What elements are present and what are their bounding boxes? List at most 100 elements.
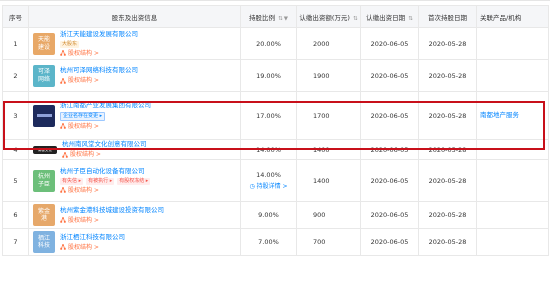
shareholder-cell: 杭州 子臣 杭州子臣自动化设备有限公司 有失信 ▸ 有被执行 ▸ 有股权冻结 ▸ 股权结… <box>28 159 241 202</box>
row-index: 7 <box>2 228 29 256</box>
ratio-value: 14.00% <box>256 145 281 154</box>
shareholder-cell: 浙江南都产业发展集团有限公司 企业名存在变更 ▸ 股权结构 > <box>28 91 241 140</box>
first-date-cell: 2020-05-28 <box>418 27 477 60</box>
company-name-link[interactable]: 杭州子臣自动化设备有限公司 <box>60 167 153 176</box>
shareholder-panel: 序号 股东及出资信息 持股比例 ⇅▼ 认缴出资额(万元) ⇅ 认缴出资日期 ⇅ … <box>0 0 550 286</box>
first-date-cell: 2020-05-28 <box>418 159 477 202</box>
date-cell: 2020-06-05 <box>360 59 419 92</box>
date-cell: 2020-06-05 <box>360 201 419 229</box>
company-name-link[interactable]: 杭州紫金港科技城建设投资有限公司 <box>60 206 164 215</box>
product-link[interactable] <box>476 59 549 92</box>
header-ratio-label: 持股比例 <box>249 13 276 22</box>
structure-label: 股权结构 > <box>68 216 99 224</box>
logo-text: 杭州 子臣 <box>37 173 50 188</box>
ratio-value: 20.00% <box>256 39 281 48</box>
amount-cell: 1400 <box>296 139 361 160</box>
company-tag[interactable]: 有股权冻结 ▸ <box>117 177 151 185</box>
first-date-cell: 2020-05-28 <box>418 139 477 160</box>
amount-cell: 2000 <box>296 27 361 60</box>
product-link[interactable] <box>476 228 549 256</box>
tag-row: 企业名存在变更 ▸ <box>60 110 151 121</box>
logo-text: 栖江 科技 <box>37 234 50 250</box>
date-cell: 2020-06-05 <box>360 91 419 140</box>
first-date-cell: 2020-05-28 <box>418 228 477 256</box>
header-subscribed[interactable]: 认缴出资额(万元) ⇅ <box>296 5 361 28</box>
table-row: 5 杭州 子臣 杭州子臣自动化设备有限公司 有失信 ▸ 有被执行 ▸ 有股权冻结 ▸ 股… <box>2 159 549 202</box>
header-ratio[interactable]: 持股比例 ⇅▼ <box>240 5 297 28</box>
product-link[interactable] <box>476 27 549 60</box>
product-link[interactable]: 南都地产服务 <box>476 91 549 140</box>
amount-cell: 1700 <box>296 91 361 140</box>
company-tag[interactable]: 有失信 ▸ <box>60 177 84 185</box>
product-link[interactable] <box>476 201 549 229</box>
ratio-cell: 20.00% <box>240 27 297 60</box>
row-index: 4 <box>2 139 29 160</box>
ratio-cell: 9.00% <box>240 201 297 229</box>
structure-label: 股权结构 > <box>70 151 101 158</box>
company-name-link[interactable]: 杭州南风堂文化创意有限公司 <box>62 140 147 149</box>
product-link[interactable] <box>476 139 549 160</box>
structure-icon <box>60 244 66 250</box>
company-name-link[interactable]: 杭州可泽网络科技有限公司 <box>60 66 138 75</box>
company-tag[interactable]: 有被执行 ▸ <box>86 177 115 185</box>
header-date[interactable]: 认缴出资日期 ⇅ <box>360 5 419 28</box>
date-cell: 2020-06-05 <box>360 27 419 60</box>
table-row: 2 可泽 网络 杭州可泽网络科技有限公司 股权结构 > 19.00% 1900 2… <box>2 59 549 92</box>
structure-label: 股权结构 > <box>68 243 99 251</box>
ratio-cell: 14.00% <box>240 139 297 160</box>
first-date-cell: 2020-05-28 <box>418 91 477 140</box>
equity-structure-link[interactable]: 股权结构 > <box>60 216 164 225</box>
ratio-cell: 14.00% ◷ 持股详情 > <box>240 159 297 202</box>
company-logo: 南都文化 <box>33 145 57 154</box>
sort-icon[interactable]: ⇅ <box>278 16 283 22</box>
ratio-value: 9.00% <box>258 211 279 219</box>
ratio-cell: 19.00% <box>240 59 297 92</box>
shareholder-cell: 南都文化 杭州南风堂文化创意有限公司股权结构 > <box>28 139 241 160</box>
row-index: 2 <box>2 59 29 92</box>
tag-row: 有失信 ▸ 有被执行 ▸ 有股权冻结 ▸ <box>60 176 153 185</box>
filter-icon[interactable]: ▼ <box>284 16 288 22</box>
equity-structure-link[interactable]: 股权结构 > <box>60 49 138 58</box>
amount-cell: 1900 <box>296 59 361 92</box>
company-tag[interactable]: 大股东 <box>60 40 80 48</box>
holding-detail-link[interactable]: ◷ 持股详情 > <box>241 181 296 190</box>
company-logo: 天能 建设 <box>33 32 55 55</box>
ratio-value: 17.00% <box>256 111 281 120</box>
company-name-link[interactable]: 浙江天能建设发展有限公司 <box>60 30 138 39</box>
ratio-value: 19.00% <box>256 71 281 80</box>
shareholder-table: 序号 股东及出资信息 持股比例 ⇅▼ 认缴出资额(万元) ⇅ 认缴出资日期 ⇅ … <box>2 5 549 256</box>
company-logo: 紫金 港 <box>33 204 55 226</box>
company-logo <box>33 104 55 127</box>
sort-icon[interactable]: ⇅ <box>408 16 413 22</box>
structure-icon <box>62 151 68 158</box>
company-logo: 栖江 科技 <box>33 231 55 253</box>
company-name-link[interactable]: 浙江栖江科技有限公司 <box>60 233 125 242</box>
sort-icon[interactable]: ⇅ <box>353 16 358 22</box>
structure-label: 股权结构 > <box>68 186 99 194</box>
first-date-cell: 2020-05-28 <box>418 59 477 92</box>
header-first-date: 首次持股日期 <box>418 5 477 28</box>
equity-structure-link[interactable]: 股权结构 > <box>62 150 147 159</box>
ratio-cell: 7.00% <box>240 228 297 256</box>
row-index: 6 <box>2 201 29 229</box>
logo-text: 南都文化 <box>38 147 52 152</box>
company-tag[interactable]: 企业名存在变更 ▸ <box>60 111 106 121</box>
company-name-link[interactable]: 浙江南都产业发展集团有限公司 <box>60 101 151 110</box>
header-subscribed-label: 认缴出资额(万元) <box>299 13 350 22</box>
table-row: 7 栖江 科技 浙江栖江科技有限公司 股权结构 > 7.00% 700 2020-… <box>2 228 549 256</box>
structure-icon <box>60 217 66 223</box>
row-index: 1 <box>2 27 29 60</box>
structure-icon <box>60 50 66 56</box>
equity-structure-link[interactable]: 股权结构 > <box>60 186 153 195</box>
header-index: 序号 <box>2 5 29 28</box>
header-products: 关联产品/机构 <box>476 5 549 28</box>
table-header-row: 序号 股东及出资信息 持股比例 ⇅▼ 认缴出资额(万元) ⇅ 认缴出资日期 ⇅ … <box>2 5 549 28</box>
shareholder-cell: 天能 建设 浙江天能建设发展有限公司 大股东 股权结构 > <box>28 27 241 60</box>
row-index: 5 <box>2 159 29 202</box>
product-link[interactable] <box>476 159 549 202</box>
equity-structure-link[interactable]: 股权结构 > <box>60 243 125 252</box>
structure-label: 股权结构 > <box>68 77 99 84</box>
equity-structure-link[interactable]: 股权结构 > <box>60 122 151 131</box>
table-row: 6 紫金 港 杭州紫金港科技城建设投资有限公司 股权结构 > 9.00% 900 … <box>2 201 549 229</box>
equity-structure-link[interactable]: 股权结构 > <box>60 76 138 85</box>
